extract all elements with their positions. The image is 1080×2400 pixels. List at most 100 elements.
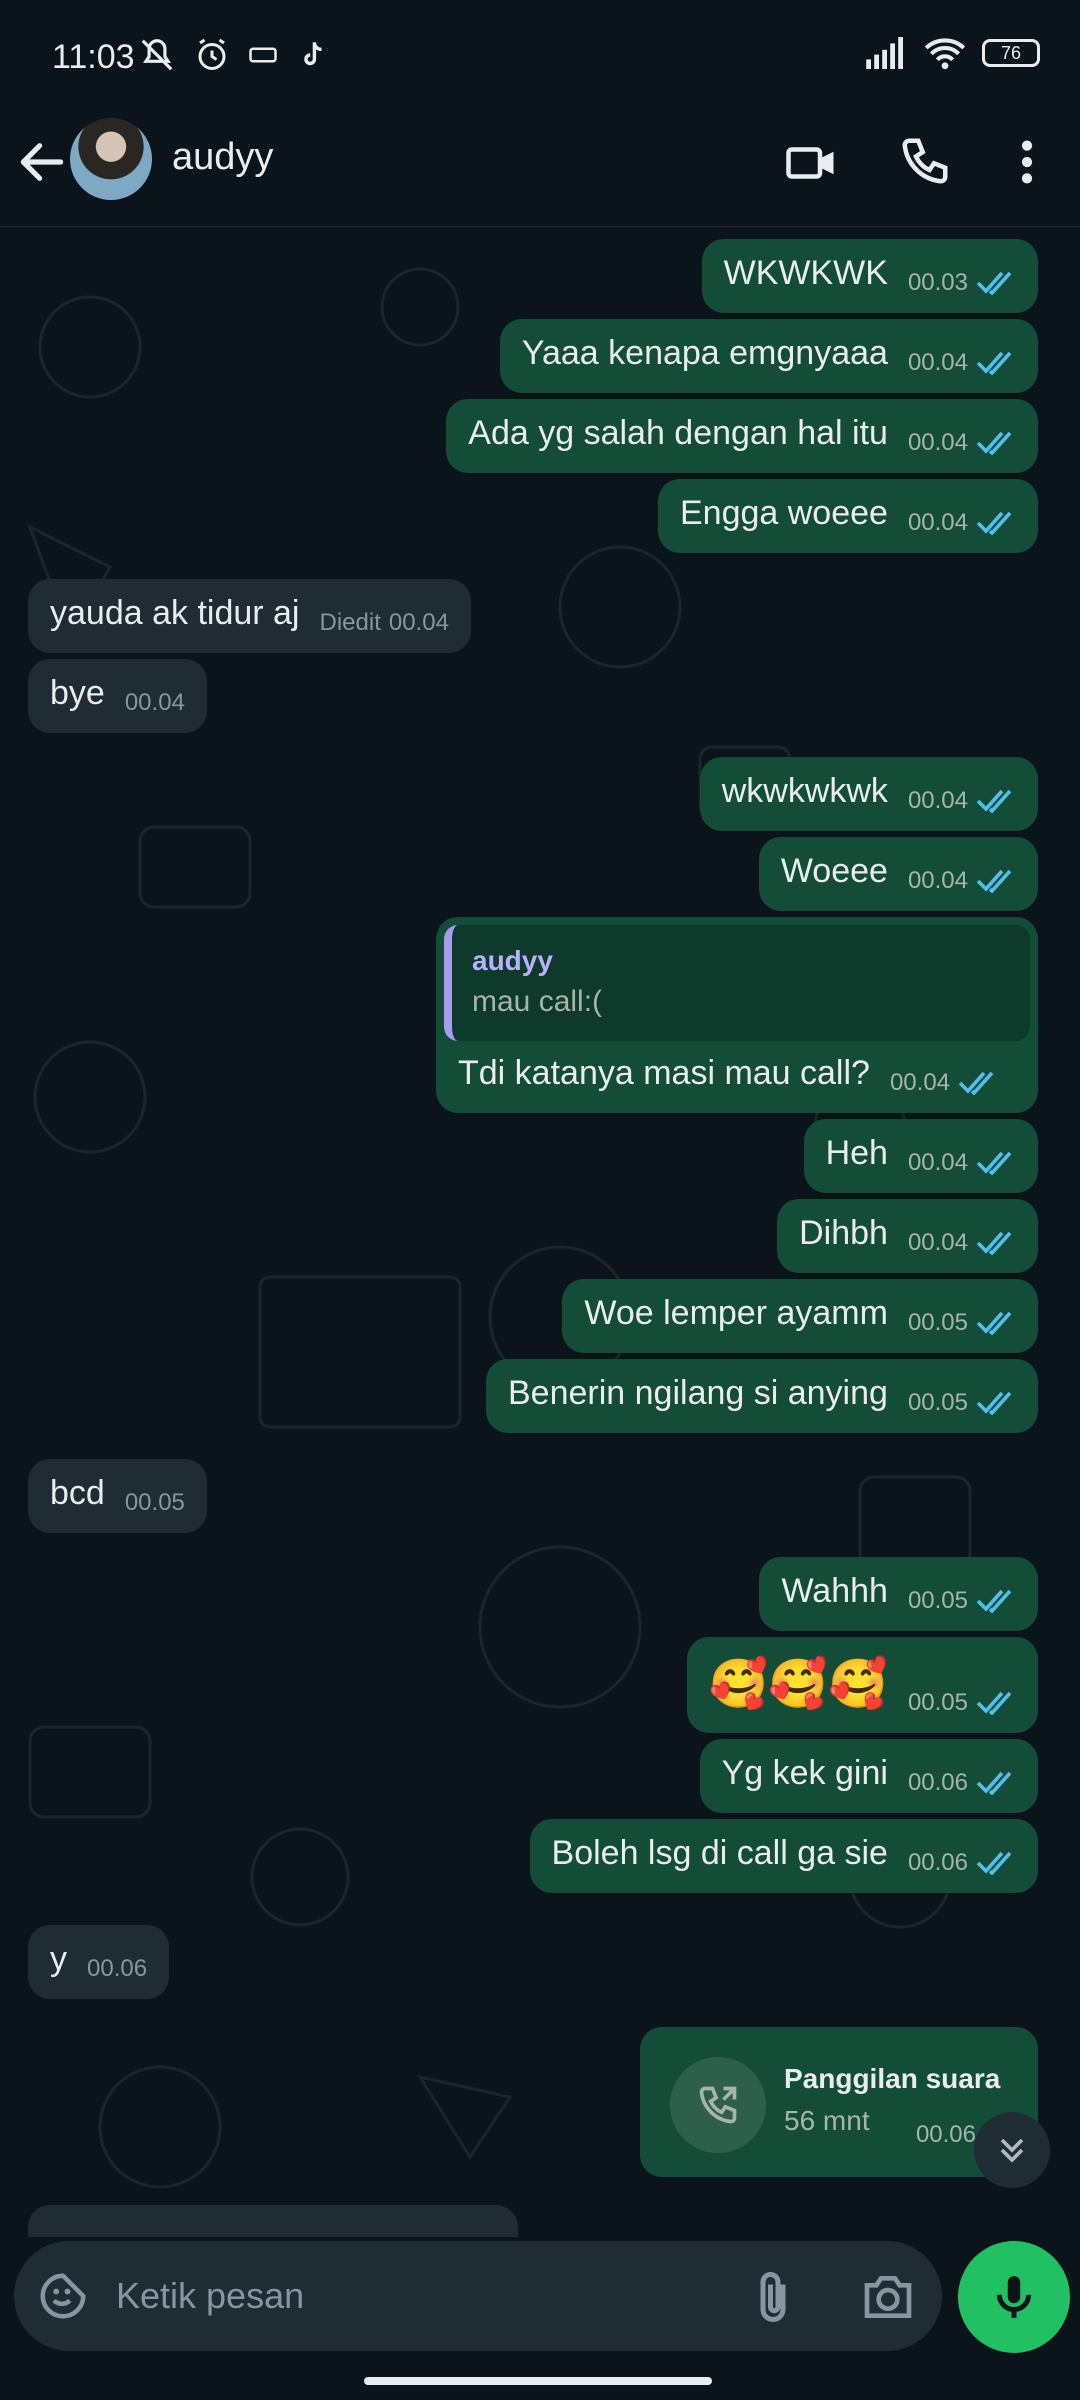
quoted-message[interactable]: audyy mau call:( bbox=[444, 925, 1030, 1041]
read-receipt-icon bbox=[976, 1589, 1012, 1613]
wifi-icon bbox=[924, 38, 966, 70]
message-bubble-outgoing[interactable]: Woe lemper ayamm 00.05 bbox=[562, 1279, 1038, 1353]
message-text: Benerin ngilang si anying bbox=[508, 1374, 888, 1412]
message-time: 00.06 bbox=[907, 1769, 968, 1796]
tiktok-icon bbox=[304, 42, 322, 66]
message-bubble-outgoing[interactable]: WKWKWK 00.03 bbox=[701, 239, 1038, 313]
message-time: 00.04 bbox=[907, 509, 968, 536]
message-bubble-outgoing[interactable]: Benerin ngilang si anying 00.05 bbox=[486, 1359, 1038, 1433]
message-time: 00.04 bbox=[124, 689, 185, 716]
message-time: 00.04 bbox=[907, 1149, 968, 1176]
status-bar: 11:03 76 bbox=[0, 0, 1080, 112]
message-text: Wahhh bbox=[781, 1572, 888, 1610]
message-bubble-incoming[interactable]: yauda ak tidur aj Diedit 00.04 bbox=[28, 579, 471, 653]
read-receipt-icon bbox=[976, 1691, 1012, 1715]
message-text: wkwkwkwk bbox=[721, 772, 888, 810]
sticker-emoji-icon[interactable] bbox=[36, 2269, 90, 2323]
message-bubble-outgoing-reply[interactable]: audyy mau call:( Tdi katanya masi mau ca… bbox=[436, 917, 1038, 1113]
message-text: Dihbh bbox=[799, 1214, 888, 1252]
read-receipt-icon bbox=[976, 789, 1012, 813]
message-text: Boleh lsg di call ga sie bbox=[551, 1834, 888, 1872]
status-system-icons: 76 bbox=[866, 36, 1040, 70]
voice-call-icon[interactable] bbox=[898, 134, 952, 188]
message-time: 00.06 bbox=[87, 1955, 148, 1982]
message-text: Heh bbox=[825, 1134, 888, 1172]
message-text: bye bbox=[50, 674, 105, 712]
read-receipt-icon bbox=[976, 351, 1012, 375]
back-arrow-icon[interactable] bbox=[14, 134, 70, 190]
incoming-call-icon bbox=[670, 2057, 766, 2153]
signal-icon bbox=[866, 37, 903, 69]
message-bubble-outgoing[interactable]: Engga woeee 00.04 bbox=[657, 479, 1038, 553]
message-text: Engga woeee bbox=[679, 494, 888, 532]
camera-icon[interactable] bbox=[860, 2269, 916, 2325]
read-receipt-icon bbox=[976, 1151, 1012, 1175]
more-options-icon[interactable] bbox=[1010, 134, 1044, 190]
message-text: Yg kek gini bbox=[721, 1754, 888, 1792]
video-call-icon[interactable] bbox=[784, 136, 838, 190]
message-input-placeholder: Ketik pesan bbox=[116, 2275, 305, 2316]
message-time: 00.04 bbox=[907, 867, 968, 894]
message-bubble-outgoing[interactable]: Boleh lsg di call ga sie 00.06 bbox=[529, 1819, 1038, 1893]
status-notification-icons bbox=[138, 36, 330, 74]
message-bubble-incoming[interactable]: bye 00.04 bbox=[28, 659, 207, 733]
scroll-to-bottom-button[interactable] bbox=[974, 2112, 1050, 2188]
message-bubble-outgoing[interactable]: Ada yg salah dengan hal itu 00.04 bbox=[446, 399, 1038, 473]
read-receipt-icon bbox=[976, 1771, 1012, 1795]
message-text: Yaaa kenapa emgnyaaa bbox=[521, 334, 888, 372]
message-text: Woeee bbox=[780, 852, 888, 890]
microphone-button[interactable] bbox=[958, 2241, 1070, 2353]
message-text: yauda ak tidur aj bbox=[50, 594, 300, 632]
message-time: 00.04 bbox=[907, 1229, 968, 1256]
call-title: Panggilan suara bbox=[784, 2063, 1001, 2094]
message-time: 00.05 bbox=[907, 1689, 968, 1716]
read-receipt-icon bbox=[976, 271, 1012, 295]
message-text: y bbox=[50, 1940, 67, 1978]
message-bubble-outgoing[interactable]: wkwkwkwk 00.04 bbox=[699, 757, 1038, 831]
gesture-navigation-bar[interactable] bbox=[364, 2377, 712, 2385]
read-receipt-icon bbox=[976, 511, 1012, 535]
chevron-double-down-icon bbox=[1000, 2138, 1024, 2163]
message-time: 00.05 bbox=[907, 1389, 968, 1416]
message-list[interactable]: WKWKWK 00.03 Yaaa kenapa emgnyaaa 00.04 … bbox=[0, 227, 1080, 2237]
read-receipt-icon bbox=[958, 1071, 994, 1095]
composer-bar: Ketik pesan bbox=[0, 2237, 1080, 2400]
message-time: 00.06 bbox=[915, 2121, 976, 2148]
message-time: 00.04 bbox=[388, 609, 449, 636]
message-text: 🥰🥰🥰 bbox=[708, 1658, 888, 1711]
contact-name[interactable]: audyy bbox=[172, 136, 273, 179]
message-text: WKWKWK bbox=[723, 254, 888, 292]
read-receipt-icon bbox=[976, 1311, 1012, 1335]
edited-label: Diedit bbox=[319, 609, 381, 636]
message-time: 00.06 bbox=[907, 1849, 968, 1876]
bank-app-icon bbox=[249, 47, 277, 63]
message-bubble-incoming[interactable]: bcd 00.05 bbox=[28, 1459, 207, 1533]
message-bubble-outgoing[interactable]: Woeee 00.04 bbox=[758, 837, 1038, 911]
message-bubble-incoming[interactable]: y 00.06 bbox=[28, 1925, 170, 1999]
alarm-icon bbox=[198, 38, 226, 70]
message-time: 00.04 bbox=[889, 1069, 951, 1096]
message-bubble-outgoing[interactable]: Yg kek gini 00.06 bbox=[699, 1739, 1038, 1813]
message-text: Woe lemper ayamm bbox=[584, 1294, 888, 1332]
message-time: 00.04 bbox=[907, 787, 968, 814]
message-bubble-outgoing[interactable]: Heh 00.04 bbox=[803, 1119, 1038, 1193]
message-bubble-outgoing-emoji[interactable]: 🥰🥰🥰 00.05 bbox=[686, 1637, 1038, 1733]
message-time: 00.04 bbox=[907, 429, 968, 456]
call-duration: 56 mnt bbox=[784, 2105, 870, 2136]
message-time: 00.05 bbox=[907, 1309, 968, 1336]
quoted-text: mau call:( bbox=[472, 985, 603, 1018]
read-receipt-icon bbox=[976, 1851, 1012, 1875]
message-text: Ada yg salah dengan hal itu bbox=[468, 414, 888, 452]
message-time: 00.05 bbox=[124, 1489, 185, 1516]
message-bubble-outgoing[interactable]: Dihbh 00.04 bbox=[777, 1199, 1038, 1273]
read-receipt-icon bbox=[976, 1231, 1012, 1255]
read-receipt-icon bbox=[976, 431, 1012, 455]
chat-header: audyy bbox=[0, 112, 1080, 227]
message-bubble-outgoing[interactable]: Wahhh 00.05 bbox=[759, 1557, 1038, 1631]
attachment-icon[interactable] bbox=[750, 2267, 796, 2327]
battery-indicator: 76 bbox=[982, 39, 1040, 67]
message-input[interactable]: Ketik pesan bbox=[14, 2241, 942, 2351]
message-bubble-incoming-partial[interactable] bbox=[28, 2205, 518, 2237]
message-bubble-outgoing[interactable]: Yaaa kenapa emgnyaaa 00.04 bbox=[499, 319, 1038, 393]
avatar[interactable] bbox=[70, 118, 152, 200]
